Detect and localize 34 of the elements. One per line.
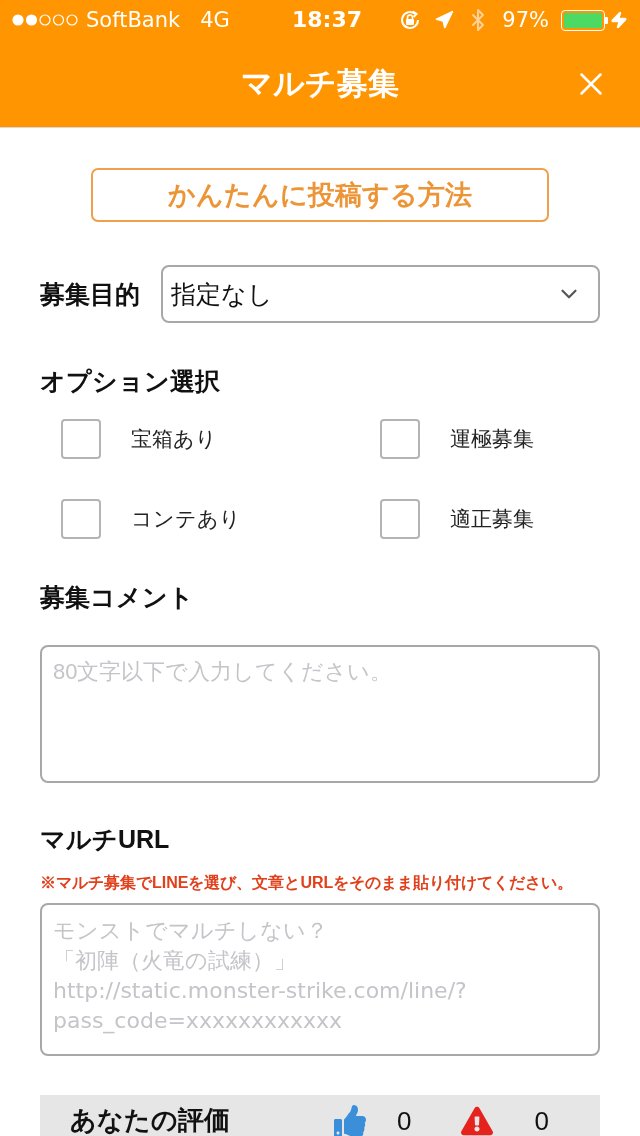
placeholder-text: モンストでマルチしない？ bbox=[53, 917, 328, 945]
battery-percentage: 97% bbox=[502, 7, 549, 33]
purpose-select[interactable]: 指定なし bbox=[161, 265, 600, 323]
placeholder-text: pass_code=xxxxxxxxxxxx bbox=[53, 1007, 343, 1036]
comment-title: 募集コメント bbox=[40, 583, 195, 611]
rating-count: 0 bbox=[397, 1106, 412, 1136]
thumbs-up-icon[interactable] bbox=[334, 1105, 366, 1136]
network-type: 4G bbox=[200, 7, 230, 33]
clock-time: 18:37 bbox=[292, 7, 363, 33]
checkbox-label: 適正募集 bbox=[450, 506, 534, 532]
comment-field[interactable]: 80文字以下で入力してください。 bbox=[40, 645, 600, 783]
checkbox[interactable] bbox=[380, 419, 420, 459]
battery-icon bbox=[561, 9, 608, 31]
paste-instruction-note: ※マルチ募集でLINEを選び、文章とURLをそのまま貼り付けてください。 bbox=[40, 874, 575, 892]
checkbox-label: 宝箱あり bbox=[131, 426, 217, 452]
rating-title: あなたの評価 bbox=[70, 1105, 231, 1135]
signal-strength-icon bbox=[12, 14, 78, 26]
carrier-name: SoftBank bbox=[86, 7, 181, 33]
placeholder-text: 「初陣（火竜の試練）」 bbox=[53, 947, 296, 975]
warning-icon[interactable] bbox=[461, 1105, 494, 1136]
screen-title: マルチ募集 bbox=[241, 64, 399, 103]
checkbox[interactable] bbox=[61, 499, 101, 539]
rating-count: 0 bbox=[534, 1106, 549, 1136]
checkbox[interactable] bbox=[380, 499, 420, 539]
how-to-post-button[interactable]: かんたんに投稿する方法 bbox=[91, 168, 549, 222]
multi-url-title: マルチURL bbox=[40, 825, 171, 853]
purpose-label: 募集目的 bbox=[40, 279, 141, 309]
checkbox[interactable] bbox=[61, 419, 101, 459]
placeholder-text: http://static.monster-strike.com/line/? bbox=[53, 977, 467, 1005]
checkbox-label: コンテあり bbox=[131, 506, 241, 532]
location-arrow-icon bbox=[434, 10, 455, 30]
multi-url-field[interactable]: モンストでマルチしない？ 「初陣（火竜の試練）」 http://static.monster-strike.com/line/? pass_code=xxxxxxxxxxxx bbox=[40, 903, 600, 1056]
options-title: オプション選択 bbox=[40, 367, 221, 395]
checkbox-label: 運極募集 bbox=[450, 426, 534, 452]
